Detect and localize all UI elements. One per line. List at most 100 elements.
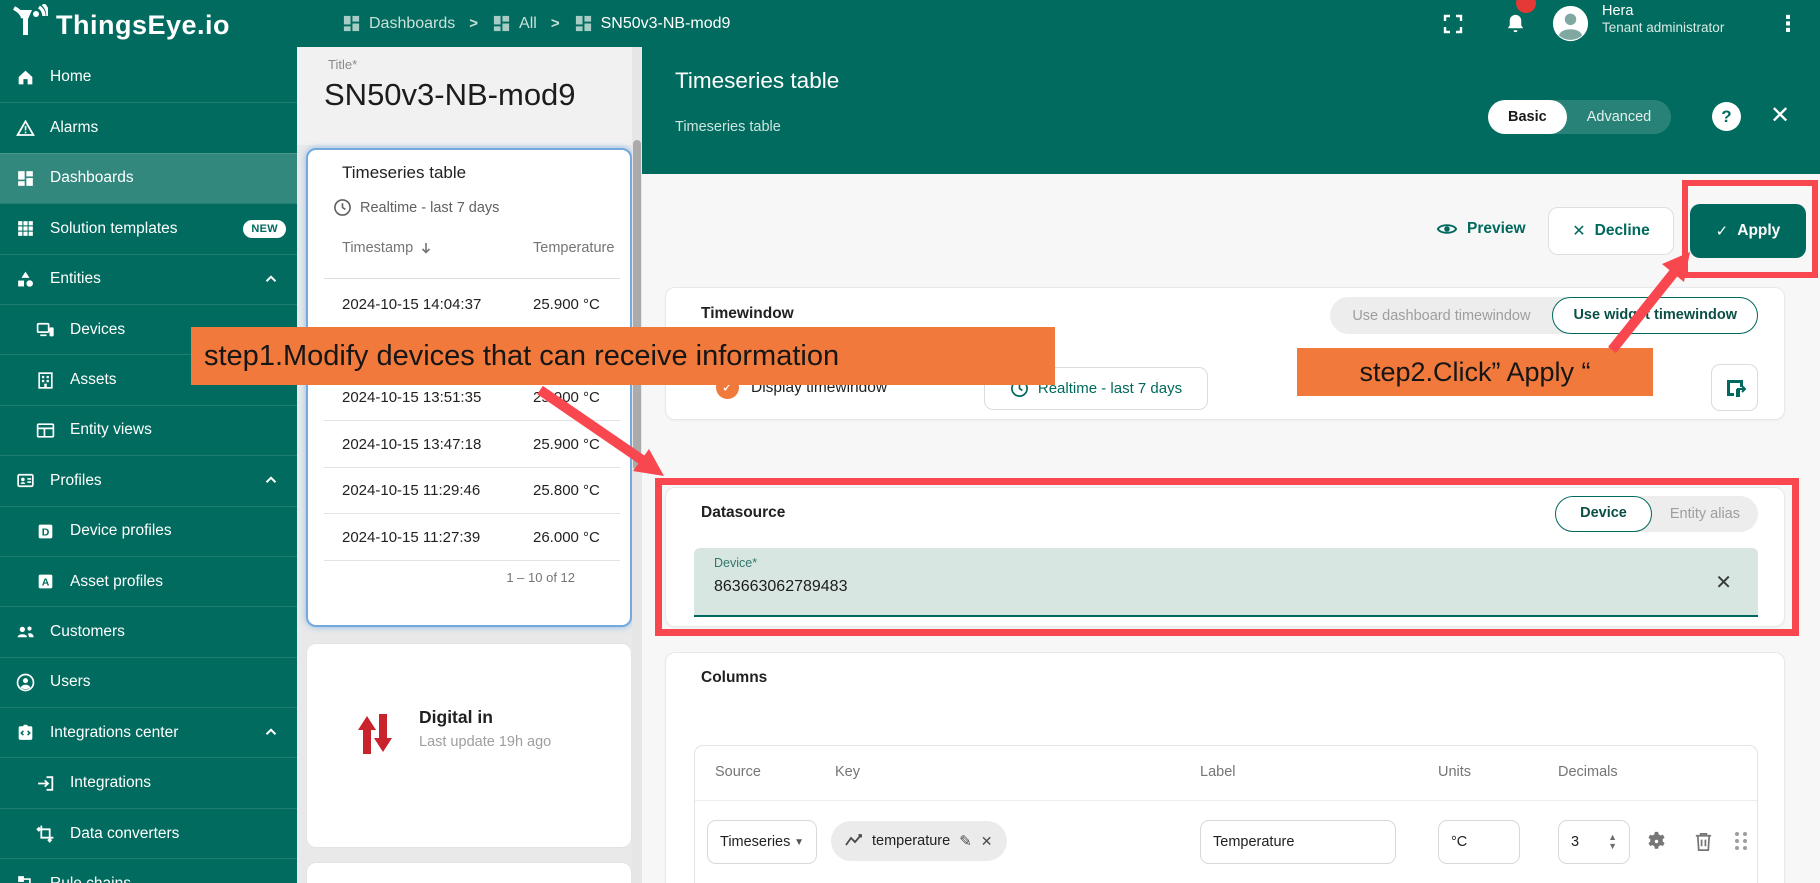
table-row[interactable]: 2024-10-15 11:27:39 26.000 °C xyxy=(324,515,620,561)
app-logo[interactable]: ThingsEye.io xyxy=(10,4,230,47)
column-header-timestamp[interactable]: Timestamp xyxy=(342,240,433,256)
devices-icon xyxy=(35,319,57,341)
breadcrumb-separator: > xyxy=(551,15,560,32)
table-row[interactable]: 2024-10-15 13:47:18 25.900 °C xyxy=(324,422,620,468)
source-select-value: Timeseries xyxy=(720,834,790,850)
column-header-temperature[interactable]: Temperature xyxy=(533,240,614,256)
chevron-up-icon xyxy=(262,723,280,746)
remove-key-icon[interactable]: ✕ xyxy=(981,833,993,850)
integrations-icon xyxy=(35,772,57,794)
breadcrumb-all[interactable]: All xyxy=(492,14,537,33)
stepper-arrows[interactable]: ▲▼ xyxy=(1608,833,1617,851)
dashboards-icon xyxy=(15,167,37,189)
sidebar-item-alarms[interactable]: Alarms xyxy=(0,102,297,152)
columns-table: Source Key Label Units Decimals Timeseri… xyxy=(694,745,1758,883)
sidebar-item-users[interactable]: Users xyxy=(0,657,297,707)
table-pagination[interactable]: 1 – 10 of 12 xyxy=(506,570,575,585)
timestamp-cell: 2024-10-15 14:04:37 xyxy=(342,296,481,313)
breadcrumb: Dashboards > All > SN50v3-NB-mod9 xyxy=(342,0,730,47)
delete-column-trash-icon[interactable] xyxy=(1693,830,1714,858)
user-avatar[interactable] xyxy=(1550,0,1590,47)
sidebar-item-label: Assets xyxy=(70,371,117,389)
device-profiles-icon: D xyxy=(35,520,57,542)
timeseries-table-widget[interactable]: Timeseries table Realtime - last 7 days … xyxy=(306,148,632,627)
toggle-advanced[interactable]: Advanced xyxy=(1567,109,1672,125)
breadcrumb-label: All xyxy=(519,15,537,33)
widget-last-update: Last update 19h ago xyxy=(419,734,551,750)
sidebar-item-asset-profiles[interactable]: A Asset profiles xyxy=(0,556,297,606)
preview-label: Preview xyxy=(1467,220,1526,238)
breadcrumb-dashboards[interactable]: Dashboards xyxy=(342,14,455,33)
user-info[interactable]: Hera Tenant administrator xyxy=(1602,2,1724,37)
key-chip[interactable]: temperature ✎ ✕ xyxy=(831,821,1007,861)
sidebar-item-label: Profiles xyxy=(50,472,102,490)
drag-handle[interactable] xyxy=(1735,832,1748,850)
sort-descending-icon xyxy=(419,241,433,255)
sidebar-item-integrations-center[interactable]: Integrations center xyxy=(0,707,297,757)
sidebar-item-solution-templates[interactable]: Solution templates NEW xyxy=(0,203,297,253)
alarms-icon xyxy=(15,117,37,139)
columns-header-units: Units xyxy=(1438,764,1471,780)
sidebar-item-device-profiles[interactable]: D Device profiles xyxy=(0,506,297,556)
use-widget-timewindow-option[interactable]: Use widget timewindow xyxy=(1552,297,1758,334)
sidebar-item-entities[interactable]: Entities xyxy=(0,254,297,304)
more-menu-icon[interactable]: ⋮ xyxy=(1776,0,1800,47)
sidebar-item-profiles[interactable]: Profiles xyxy=(0,455,297,505)
edit-pencil-icon[interactable]: ✎ xyxy=(959,832,972,850)
sidebar-item-entity-views[interactable]: Entity views xyxy=(0,405,297,455)
widget-timewindow[interactable]: Realtime - last 7 days xyxy=(333,198,499,217)
widget-title: Timeseries table xyxy=(342,163,466,183)
fullscreen-icon[interactable] xyxy=(1438,0,1468,47)
table-row[interactable]: 2024-10-15 14:04:37 25.900 °C xyxy=(324,282,620,328)
decline-button[interactable]: ✕ Decline xyxy=(1548,207,1674,255)
chevron-up-icon xyxy=(262,471,280,494)
temperature-cell: 25.900 °C xyxy=(533,436,600,453)
sidebar-item-dashboards[interactable]: Dashboards xyxy=(0,153,297,203)
annotation-highlight-apply xyxy=(1682,180,1818,278)
source-select[interactable]: Timeseries ▼ xyxy=(707,820,817,864)
sidebar-item-customers[interactable]: Customers xyxy=(0,606,297,656)
sidebar-nav: Home Alarms Dashboards Solution template… xyxy=(0,52,297,883)
sidebar-item-label: Customers xyxy=(50,623,125,641)
section-heading: Columns xyxy=(701,669,767,687)
timewindow-value-label: Realtime - last 7 days xyxy=(1038,380,1182,397)
preview-button[interactable]: Preview xyxy=(1436,218,1526,240)
partial-widget-card[interactable] xyxy=(306,862,632,883)
sidebar-item-integrations[interactable]: Integrations xyxy=(0,757,297,807)
user-name: Hera xyxy=(1602,2,1724,20)
close-icon[interactable]: ✕ xyxy=(1770,100,1790,132)
top-header: ThingsEye.io Dashboards > All > SN50v3-N… xyxy=(0,0,1820,47)
sidebar-item-label: Users xyxy=(50,673,90,691)
digital-in-widget[interactable]: Digital in Last update 19h ago xyxy=(306,643,632,848)
sidebar-item-home[interactable]: Home xyxy=(0,52,297,102)
home-icon xyxy=(15,66,37,88)
dashboard-title-field[interactable]: Title* SN50v3-NB-mod9 xyxy=(297,47,642,145)
panel-header: Timeseries table Timeseries table Basic … xyxy=(642,47,1820,174)
units-input-value: °C xyxy=(1451,834,1467,850)
sidebar-item-rule-chains[interactable]: Rule chains xyxy=(0,858,297,883)
label-input[interactable]: Temperature xyxy=(1200,820,1396,864)
use-dashboard-timewindow-option[interactable]: Use dashboard timewindow xyxy=(1330,308,1552,324)
timestamp-cell: 2024-10-15 13:51:35 xyxy=(342,389,481,406)
section-heading: Timewindow xyxy=(701,305,794,323)
chevron-up-icon xyxy=(262,270,280,293)
column-settings-gear-icon[interactable] xyxy=(1645,830,1668,858)
help-icon[interactable]: ? xyxy=(1712,102,1741,131)
basic-advanced-toggle: Basic Advanced xyxy=(1488,100,1671,134)
temperature-cell: 25.800 °C xyxy=(533,482,600,499)
table-row[interactable]: 2024-10-15 11:29:46 25.800 °C xyxy=(324,468,620,514)
solution-templates-icon xyxy=(15,218,37,240)
sidebar-item-label: Asset profiles xyxy=(70,573,163,591)
decimals-stepper[interactable]: 3 ▲▼ xyxy=(1558,820,1630,864)
asset-profiles-icon: A xyxy=(35,571,57,593)
scrollbar-thumb[interactable] xyxy=(633,140,641,470)
breadcrumb-current-dashboard[interactable]: SN50v3-NB-mod9 xyxy=(574,14,731,33)
toggle-basic[interactable]: Basic xyxy=(1488,100,1567,134)
timewindow-copy-icon[interactable] xyxy=(1711,364,1758,411)
divider xyxy=(695,800,1757,801)
timeseries-sparkline-icon xyxy=(845,833,863,849)
svg-text:A: A xyxy=(42,577,50,589)
units-input[interactable]: °C xyxy=(1438,820,1520,864)
sidebar-item-data-converters[interactable]: Data converters xyxy=(0,808,297,858)
panel-title: Timeseries table xyxy=(675,68,839,94)
